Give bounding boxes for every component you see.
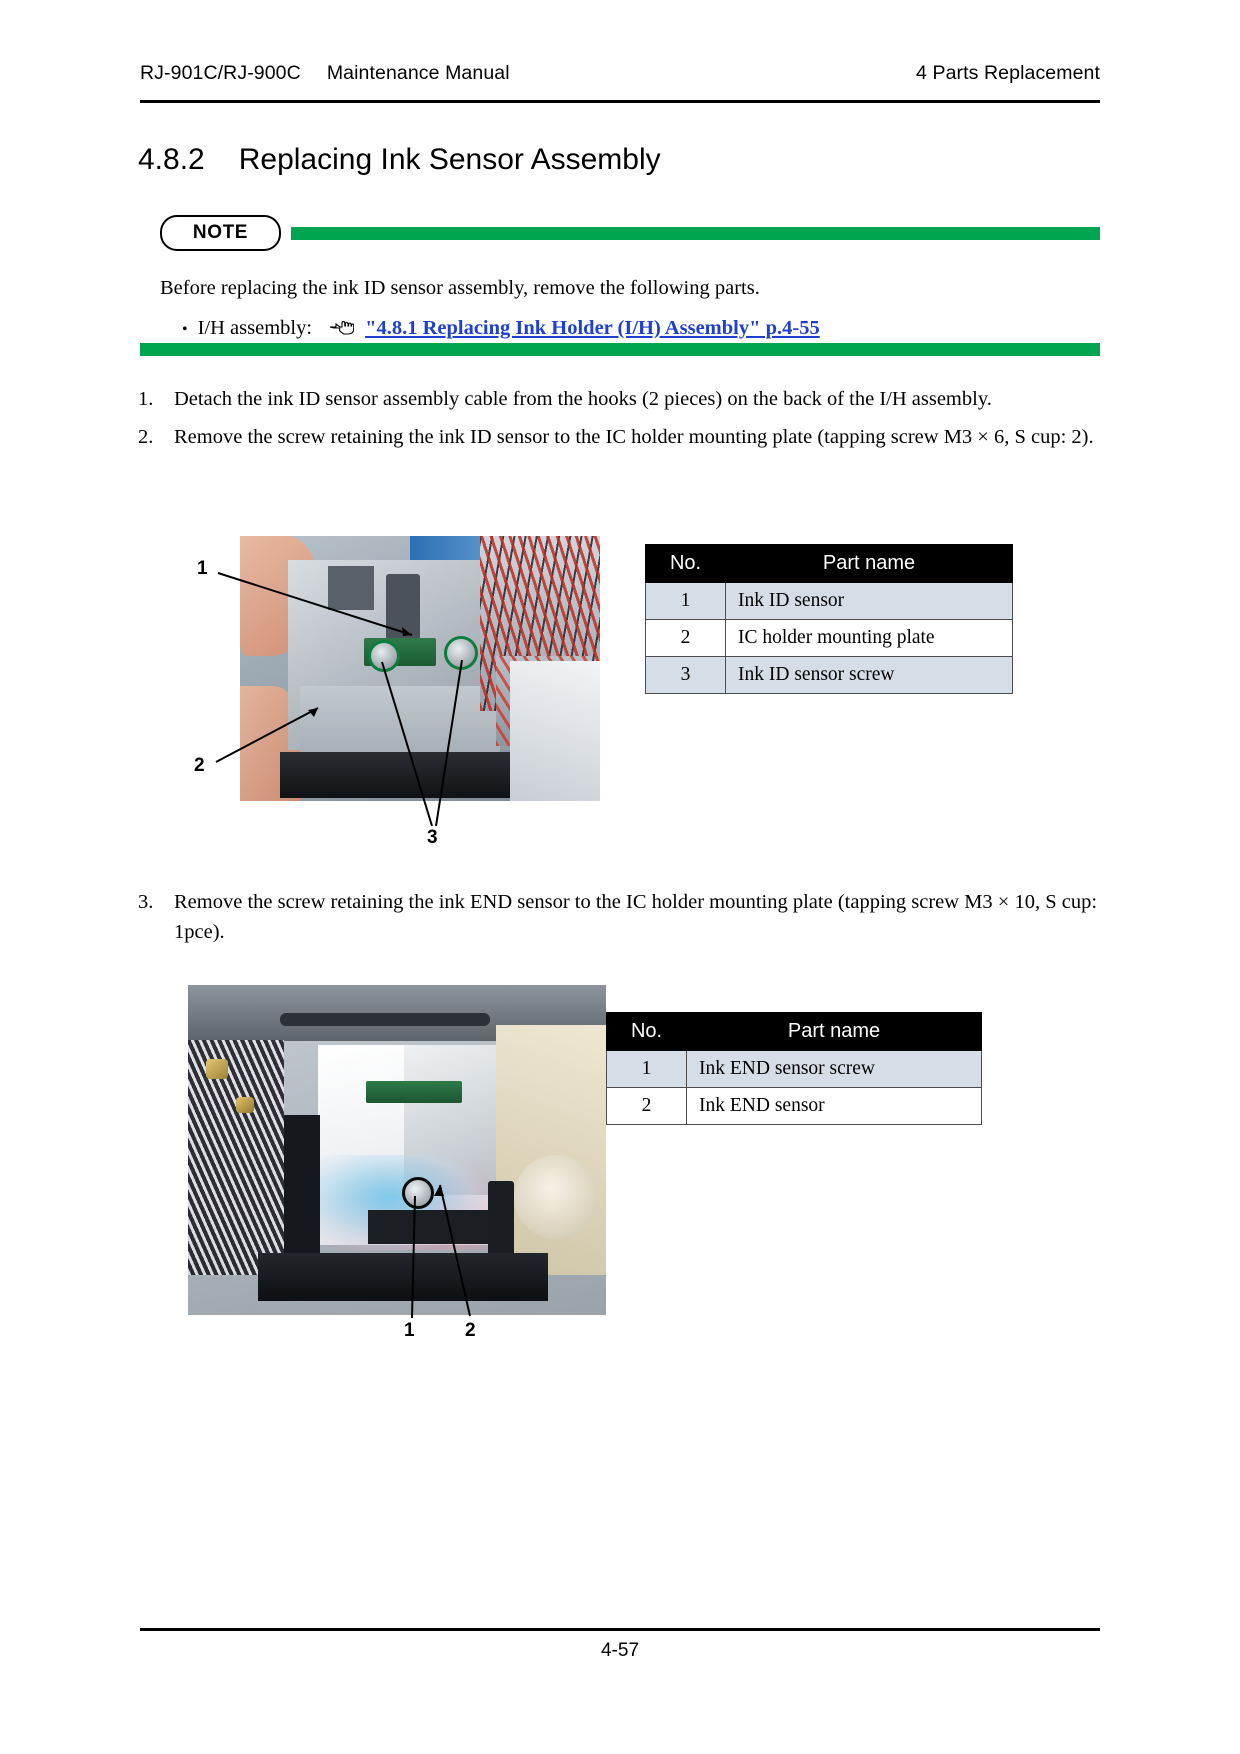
procedure-step-1: 1. Detach the ink ID sensor assembly cab…: [138, 385, 1103, 415]
note-bullet-label: I/H assembly:: [197, 316, 313, 339]
pointing-hand-icon: [328, 318, 355, 336]
page-title: 4.8.2 Replacing Ink Sensor Assembly: [138, 143, 661, 177]
table-header-row: No. Part name: [645, 544, 1013, 583]
cell-no: 2: [606, 1087, 687, 1125]
figure-2-callout-2: 2: [465, 1320, 476, 1341]
column-header-part-name: Part name: [725, 544, 1013, 583]
table-row: 2 IC holder mounting plate: [645, 619, 1013, 657]
photo-1: [240, 536, 600, 801]
note-intro: Before replacing the ink ID sensor assem…: [160, 277, 760, 299]
cross-reference-link[interactable]: "4.8.1 Replacing Ink Holder (I/H) Assemb…: [365, 317, 820, 340]
manual-page: RJ-901C/RJ-900C Maintenance Manual 4 Par…: [0, 0, 1240, 1754]
note-header: NOTE: [160, 215, 1100, 251]
table-row: 1 Ink ID sensor: [645, 582, 1013, 620]
step-2-number: 2.: [138, 426, 154, 448]
cell-no: 1: [645, 582, 726, 620]
cell-no: 2: [645, 619, 726, 657]
header-chapter: 4 Parts Replacement: [916, 62, 1100, 84]
column-header-part-name: Part name: [686, 1012, 982, 1051]
figure-ink-id-sensor-photo: [240, 536, 600, 801]
section-number: 4.8.2: [138, 143, 205, 176]
figure-1-callout-3: 3: [427, 827, 438, 848]
step-1-number: 1.: [138, 388, 154, 410]
step-1-text: Detach the ink ID sensor assembly cable …: [174, 388, 992, 410]
bullet-icon: •: [182, 320, 188, 338]
procedure-step-2: 2. Remove the screw retaining the ink ID…: [138, 423, 1098, 453]
table-row: 1 Ink END sensor screw: [606, 1050, 982, 1088]
note-bullet-item: • I/H assembly: "4.8.1 Replacing Ink Hol…: [160, 316, 1100, 340]
header-manual-title: Maintenance Manual: [326, 62, 510, 84]
column-header-no: No.: [606, 1012, 687, 1051]
page-header: RJ-901C/RJ-900C Maintenance Manual 4 Par…: [140, 62, 1100, 85]
cell-part-name: Ink END sensor: [686, 1087, 982, 1125]
figure-1-callout-2: 2: [194, 755, 205, 776]
cell-no: 3: [645, 656, 726, 694]
cell-part-name: Ink ID sensor: [725, 582, 1013, 620]
section-heading: Replacing Ink Sensor Assembly: [238, 143, 661, 176]
parts-table-1: No. Part name 1 Ink ID sensor 2 IC holde…: [645, 544, 1013, 694]
footer-divider: [140, 1628, 1100, 1631]
header-divider: [140, 100, 1100, 103]
cell-part-name: IC holder mounting plate: [725, 619, 1013, 657]
note-green-bar-bottom: [140, 343, 1100, 356]
cell-part-name: Ink ID sensor screw: [725, 656, 1013, 694]
figure-1-callout-1: 1: [197, 558, 208, 579]
step-3-text: Remove the screw retaining the ink END s…: [174, 891, 1098, 943]
cell-no: 1: [606, 1050, 687, 1088]
figure-ink-end-sensor-photo: [188, 985, 606, 1315]
table-row: 2 Ink END sensor: [606, 1087, 982, 1125]
table-header-row: No. Part name: [606, 1012, 982, 1051]
photo-2: [188, 985, 606, 1315]
note-block: NOTE Before replacing the ink ID sensor …: [160, 215, 1100, 340]
header-model: RJ-901C/RJ-900C: [140, 62, 301, 84]
step-2-text: Remove the screw retaining the ink ID se…: [174, 426, 1094, 448]
page-number: 4-57: [600, 1640, 640, 1661]
figure-2-callout-1: 1: [404, 1320, 415, 1341]
cell-part-name: Ink END sensor screw: [686, 1050, 982, 1088]
table-row: 3 Ink ID sensor screw: [645, 656, 1013, 694]
step-3-number: 3.: [138, 891, 154, 913]
procedure-step-3: 3. Remove the screw retaining the ink EN…: [138, 888, 1103, 947]
parts-table-2: No. Part name 1 Ink END sensor screw 2 I…: [606, 1012, 982, 1125]
column-header-no: No.: [645, 544, 726, 583]
note-green-bar-top: [291, 226, 1100, 240]
note-badge: NOTE: [160, 215, 281, 251]
